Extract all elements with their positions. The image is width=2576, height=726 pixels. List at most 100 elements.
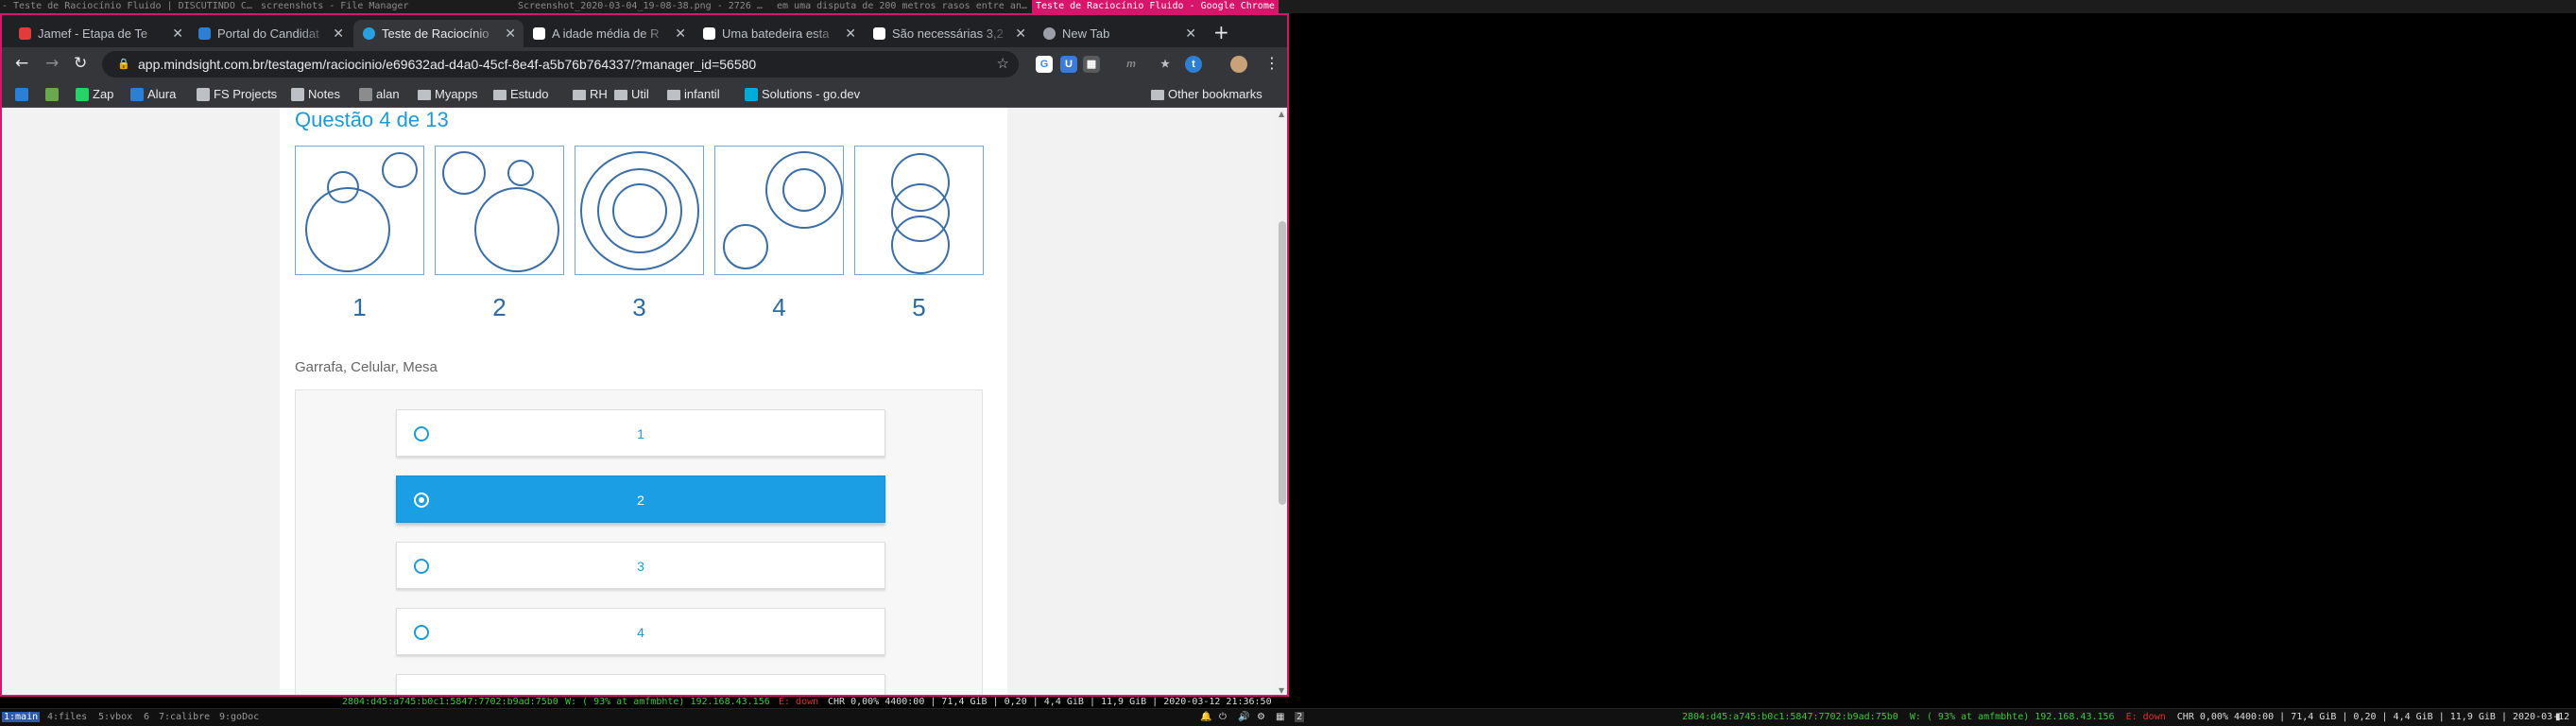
figure-option-1 [295, 146, 424, 275]
tab-sao-necessarias[interactable]: São necessárias 3,2 ✕ [864, 20, 1034, 47]
bookmark-sheets-icon[interactable] [45, 86, 62, 103]
bookmark-star-icon[interactable]: ☆ [997, 51, 1009, 78]
puzzle-extension-icon[interactable]: ▦ [1083, 56, 1100, 73]
bookmark-label: Util [631, 87, 649, 101]
bookmark-rh[interactable]: RH [573, 86, 608, 103]
m-extension-icon[interactable]: m [1123, 56, 1140, 73]
ethernet-status: E: down [2125, 712, 2166, 722]
close-icon[interactable]: ✕ [505, 20, 516, 47]
answer-option-1[interactable]: 1 [396, 409, 885, 457]
menu-dots-icon[interactable]: ⋮ [1264, 54, 1279, 72]
window-title-4[interactable]: em uma disputa de 200 metros rasos entre… [777, 1, 1027, 11]
google-extension-icon[interactable]: G [1036, 56, 1053, 73]
scroll-up-arrow-icon[interactable]: ▲ [1279, 110, 1284, 118]
bookmark-alan[interactable]: alan [359, 86, 400, 103]
bookmark-notes[interactable]: Notes [291, 86, 340, 103]
forward-arrow-icon[interactable]: → [45, 54, 59, 73]
workspace-calibre[interactable]: 7:calibre [159, 712, 210, 722]
active-window-title[interactable]: Teste de Raciocínio Fluido - Google Chro… [1032, 0, 1279, 13]
radio-button-icon[interactable] [414, 559, 429, 574]
twitter-extension-icon[interactable]: t [1185, 56, 1202, 73]
answer-option-4[interactable]: 4 [396, 608, 885, 655]
radio-button-checked-icon[interactable] [414, 493, 429, 508]
window-title-2[interactable]: screenshots - File Manager [261, 1, 409, 11]
bell-icon[interactable]: 🔔 [1200, 712, 1211, 722]
bookmark-label: alan [376, 87, 400, 101]
figure-label-3: 3 [632, 293, 646, 321]
window-title-1[interactable]: - Teste de Raciocínio Fluido | DISCUTIND… [2, 1, 252, 11]
tab-portal[interactable]: Portal do Candidat ✕ [189, 20, 352, 47]
figure-option-4 [714, 146, 844, 275]
bookmark-label: infantil [684, 87, 720, 101]
bookmark-alura[interactable]: Alura [130, 86, 176, 103]
bookmark-estudo[interactable]: Estudo [493, 86, 548, 103]
power-icon[interactable]: ⏻ [1219, 712, 1227, 722]
bookmark-fs-projects[interactable]: FS Projects [197, 86, 277, 103]
bookmark-gv-icon[interactable] [15, 86, 32, 103]
close-icon[interactable]: ✕ [1185, 20, 1196, 47]
volume-icon[interactable]: 🔊 [1238, 712, 1249, 722]
close-icon[interactable]: ✕ [675, 20, 686, 47]
circles-figure-1 [305, 152, 418, 272]
close-icon[interactable]: ✕ [845, 20, 856, 47]
page-scrollbar[interactable]: ▲ ▼ [1276, 108, 1287, 695]
go-icon [745, 88, 758, 101]
star-extension-icon[interactable]: ★ [1157, 56, 1174, 73]
window-title-3[interactable]: Screenshot_2020-03-04_19-08-38.png - 272… [518, 1, 763, 11]
tab-jamef[interactable]: Jamef - Etapa de Te ✕ [9, 20, 191, 47]
workspace-vbox[interactable]: 5:vbox [98, 712, 132, 722]
lock-icon: 🔒 [117, 59, 130, 70]
figure-option-3 [575, 146, 704, 275]
url-text: app.mindsight.com.br/testagem/raciocinio… [138, 57, 757, 72]
back-arrow-icon[interactable]: ← [15, 54, 28, 73]
reload-icon[interactable]: ↻ [74, 54, 87, 73]
shield-extension-icon[interactable]: U [1060, 56, 1077, 73]
figure-label-4: 4 [772, 293, 786, 321]
workspace-files[interactable]: 4:files [47, 712, 87, 722]
tab-teste-raciocinio[interactable]: Teste de Raciocínio ✕ [353, 20, 524, 47]
folder-icon [1151, 90, 1164, 100]
scroll-down-arrow-icon[interactable]: ▼ [1279, 686, 1284, 695]
system-stats: CHR 0,00% 4400:00 | 71,4 GiB | 0,20 | 4,… [828, 697, 1272, 707]
workspace-godoc[interactable]: 9:goDoc [219, 712, 259, 722]
radio-button-icon[interactable] [414, 426, 429, 441]
other-bookmarks[interactable]: Other bookmarks [1151, 86, 1262, 103]
scrollbar-thumb[interactable] [1279, 221, 1286, 505]
question-title: Questão 4 de 13 [295, 108, 449, 131]
address-bar[interactable]: 🔒 app.mindsight.com.br/testagem/raciocin… [102, 51, 1019, 78]
profile-avatar[interactable] [1230, 56, 1247, 73]
bookmark-myapps[interactable]: Myapps [418, 86, 478, 103]
workspace-main[interactable]: 1:main [2, 712, 41, 722]
tab-label: Jamef - Etapa de Te [38, 26, 148, 41]
bookmark-infantil[interactable]: infantil [667, 86, 720, 103]
tab-idade-media[interactable]: A idade média de R ✕ [524, 20, 694, 47]
folder-icon [573, 90, 586, 100]
answer-options: 1 2 3 4 [295, 389, 983, 695]
network-icon[interactable]: ▦ [1276, 712, 1284, 722]
bookmark-util[interactable]: Util [614, 86, 649, 103]
radio-button-icon[interactable] [414, 625, 429, 640]
image-icon [359, 88, 372, 101]
bookmark-zap[interactable]: Zap [76, 86, 113, 103]
status-line-right: 2804:d45:a745:b0c1:5847:7702:b9ad:75b0 W… [1682, 712, 2576, 722]
close-icon[interactable]: ✕ [172, 20, 183, 47]
tab-batedeira[interactable]: Uma batedeira esta ✕ [694, 20, 864, 47]
bookmark-label: RH [590, 87, 608, 101]
tab-label: New Tab [1062, 26, 1110, 41]
workspace-6[interactable]: 6 [144, 712, 149, 722]
new-tab-plus-icon[interactable]: + [1213, 21, 1229, 43]
folder-icon [614, 90, 627, 100]
status-line-left: 2804:d45:a745:b0c1:5847:7702:b9ad:75b0 W… [0, 697, 1289, 708]
globe-icon [291, 88, 304, 101]
bookmark-solutions-go-dev[interactable]: Solutions - go.dev [745, 86, 860, 103]
answer-option-2[interactable]: 2 [396, 475, 885, 523]
tab-new-tab[interactable]: New Tab ✕ [1034, 20, 1204, 47]
answer-option-3[interactable]: 3 [396, 542, 885, 589]
ipv6-address: 2804:d45:a745:b0c1:5847:7702:b9ad:75b0 [1682, 712, 1898, 722]
answer-option-5-partial[interactable] [396, 674, 885, 695]
close-icon[interactable]: ✕ [1015, 20, 1026, 47]
circles-figure-5 [891, 153, 950, 274]
close-icon[interactable]: ✕ [333, 20, 344, 47]
settings-icon[interactable]: ⚙ [1257, 712, 1265, 722]
bookmark-label: Estudo [510, 87, 549, 101]
